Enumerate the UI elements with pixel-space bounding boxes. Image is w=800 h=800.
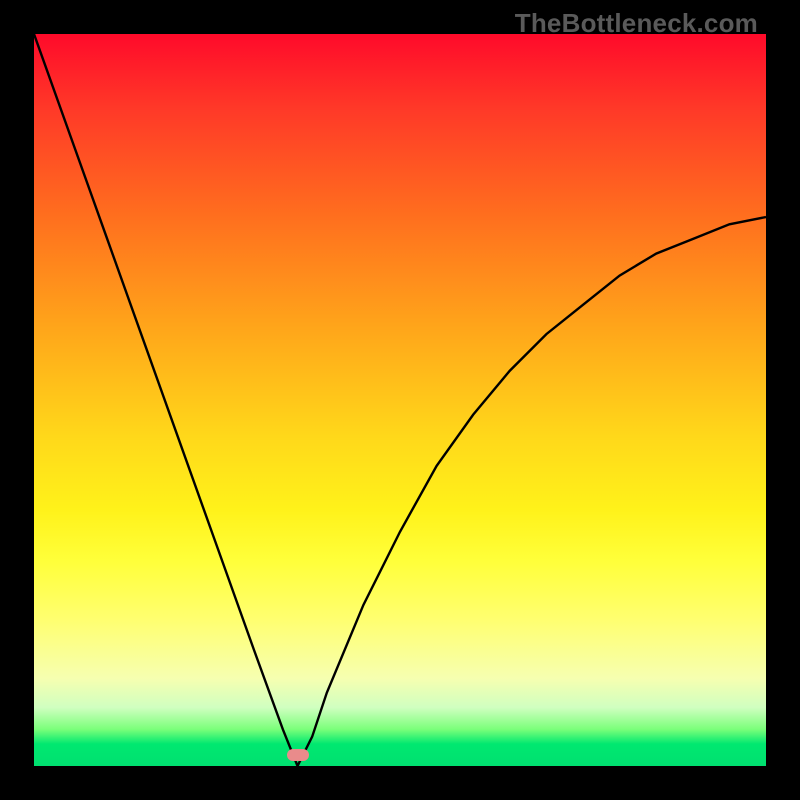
- curve-svg: [34, 34, 766, 766]
- optimum-marker: [287, 749, 309, 761]
- plot-area: [34, 34, 766, 766]
- chart-frame: TheBottleneck.com: [0, 0, 800, 800]
- bottleneck-curve: [34, 34, 766, 766]
- watermark-text: TheBottleneck.com: [515, 8, 758, 39]
